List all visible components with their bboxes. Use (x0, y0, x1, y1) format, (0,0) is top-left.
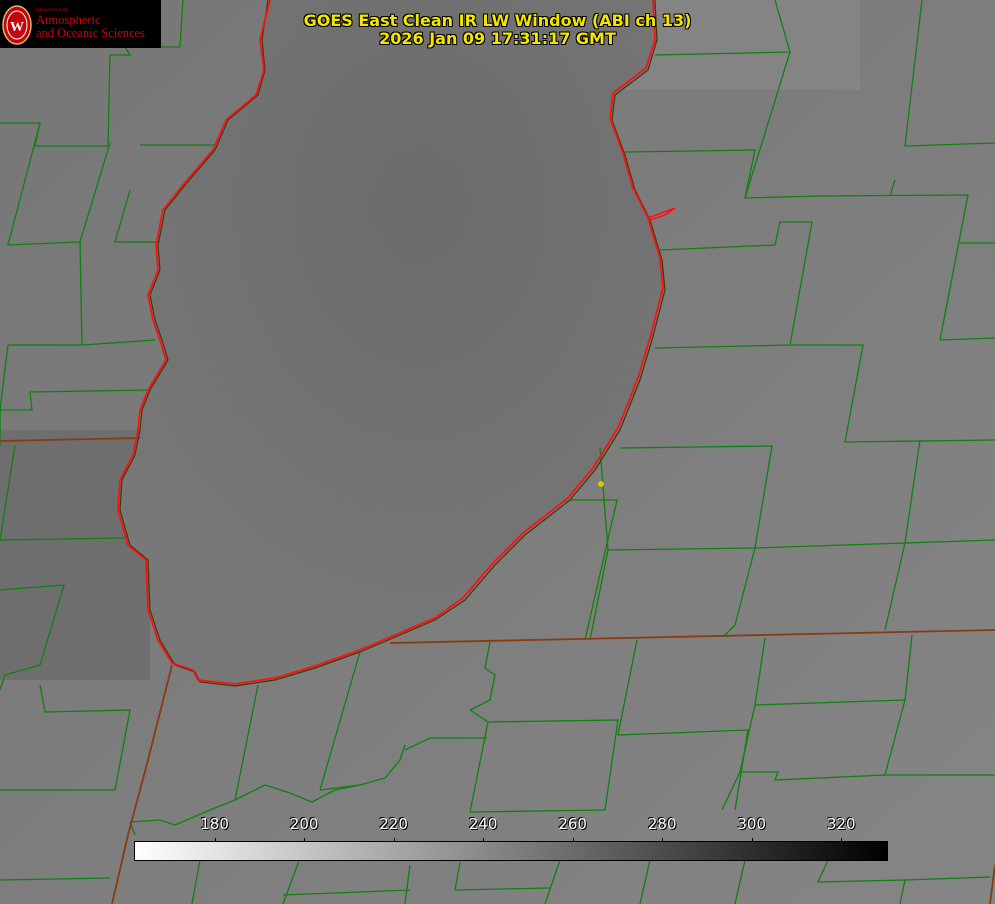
title-line2: 2026 Jan 09 17:31:17 GMT (379, 29, 616, 48)
colorbar-tick (393, 838, 395, 842)
image-title: GOES East Clean IR LW Window (ABI ch 13)… (0, 12, 995, 48)
colorbar-tick-label: 200 (289, 815, 319, 833)
colorbar-tick-label: 320 (826, 815, 856, 833)
colorbar-tick-label: 260 (558, 815, 587, 833)
colorbar-tick (751, 838, 753, 842)
location-marker (598, 481, 604, 487)
colorbar-tick-label: 220 (379, 815, 408, 833)
satellite-map (0, 0, 995, 904)
colorbar-tick (214, 838, 216, 842)
colorbar-tick-label: 240 (468, 815, 498, 833)
colorbar-tick-label: 180 (200, 815, 229, 833)
colorbar-tick-label: 280 (647, 815, 677, 833)
colorbar-tick (304, 838, 306, 842)
colorbar-gradient (134, 841, 888, 861)
colorbar-tick (841, 838, 843, 842)
colorbar-tick (483, 838, 485, 842)
colorbar-tick (572, 838, 574, 842)
colorbar-tick (662, 838, 664, 842)
colorbar-tick-label: 300 (737, 815, 767, 833)
title-line1: GOES East Clean IR LW Window (ABI ch 13) (303, 11, 692, 30)
